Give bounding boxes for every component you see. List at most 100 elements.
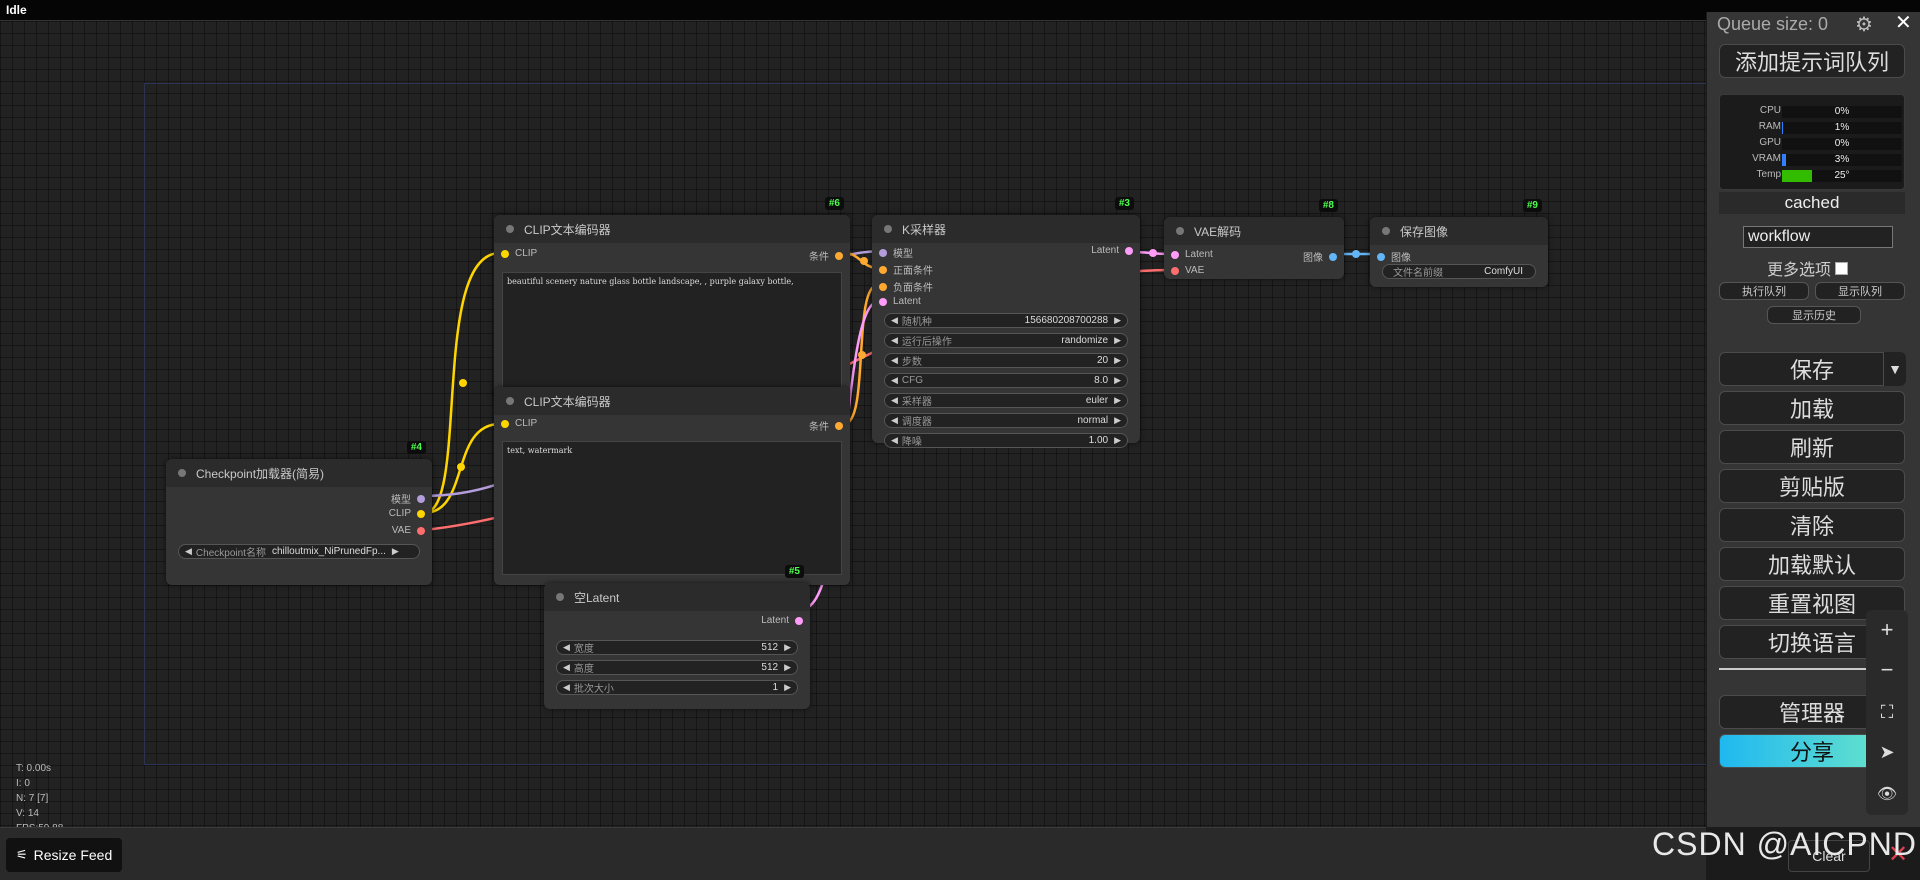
more-options-checkbox[interactable]: [1835, 261, 1849, 275]
zoom-out-icon[interactable]: −: [1866, 650, 1908, 690]
widget-cfg[interactable]: ◀ CFG 8.0 ▶: [884, 373, 1128, 388]
clear-button[interactable]: 清除: [1719, 508, 1905, 542]
widget-denoise[interactable]: ◀ 降噪 1.00 ▶: [884, 433, 1128, 448]
widget-seed[interactable]: ◀ 随机种 156680208700288 ▶: [884, 313, 1128, 328]
node-ksampler[interactable]: #3 K采样器 模型 正面条件 负面条件 Latent Latent ◀ 随机种 1…: [872, 197, 1140, 448]
output-slot-model[interactable]: 模型: [391, 491, 425, 506]
node-save-image[interactable]: #9 保存图像 图像 文件名前缀 ComfyUI: [1370, 199, 1548, 287]
output-slot-conditioning[interactable]: 条件: [809, 418, 843, 433]
fit-view-icon[interactable]: ⛶: [1866, 692, 1908, 732]
refresh-button[interactable]: 刷新: [1719, 430, 1905, 464]
output-slot-image[interactable]: 图像: [1303, 249, 1337, 264]
node-title-text: 保存图像: [1400, 224, 1449, 239]
node-title[interactable]: CLIP文本编码器: [494, 387, 850, 415]
queue-prompt-button[interactable]: 添加提示词队列: [1719, 44, 1905, 78]
input-slot-clip[interactable]: CLIP: [501, 418, 537, 429]
widget-steps[interactable]: ◀ 步数 20 ▶: [884, 353, 1128, 368]
input-slot-positive[interactable]: 正面条件: [879, 262, 933, 277]
output-slot-latent[interactable]: Latent: [761, 615, 803, 626]
output-slot-latent[interactable]: Latent: [1091, 245, 1133, 256]
node-title-text: 空Latent: [574, 590, 620, 605]
node-title[interactable]: Checkpoint加载器(简易): [166, 459, 432, 487]
stat-line: V: 14: [16, 808, 39, 819]
node-title-text: Checkpoint加载器(简易): [196, 466, 325, 481]
widget-width[interactable]: ◀ 宽度 512 ▶: [556, 640, 798, 655]
cached-status: cached: [1719, 192, 1905, 214]
node-title[interactable]: K采样器: [872, 215, 1140, 243]
collapse-dot[interactable]: [1176, 227, 1184, 235]
node-title-text: VAE解码: [1194, 224, 1242, 239]
more-options-label: 更多选项: [1767, 262, 1832, 279]
node-clip-text-encode-negative[interactable]: CLIP文本编码器 CLIP 条件 text, watermark: [494, 387, 850, 585]
node-title[interactable]: VAE解码: [1164, 217, 1344, 245]
widget-height[interactable]: ◀ 高度 512 ▶: [556, 660, 798, 675]
monitor-row-vram: VRAM 3%: [1720, 153, 1906, 167]
exec-queue-button[interactable]: 执行队列: [1719, 282, 1809, 300]
node-id-badge: #4: [406, 441, 426, 454]
render-stats: T: 0.00s I: 0 N: 7 [7] V: 14 FPS:59.88: [16, 761, 63, 836]
output-slot-conditioning[interactable]: 条件: [809, 248, 843, 263]
input-slot-clip[interactable]: CLIP: [501, 248, 537, 259]
widget-batch-size[interactable]: ◀ 批次大小 1 ▶: [556, 680, 798, 695]
collapse-dot[interactable]: [884, 225, 892, 233]
save-button[interactable]: 保存: [1719, 352, 1905, 386]
node-id-badge: #8: [1318, 199, 1338, 212]
zoom-in-icon[interactable]: +: [1866, 610, 1908, 650]
node-title[interactable]: 保存图像: [1370, 217, 1548, 245]
monitor-row-cpu: CPU 0%: [1720, 105, 1906, 119]
output-slot-clip[interactable]: CLIP: [389, 508, 425, 519]
node-title-text: K采样器: [902, 222, 947, 237]
input-slot-latent[interactable]: Latent: [879, 296, 921, 307]
output-slot-vae[interactable]: VAE: [392, 525, 425, 536]
input-slot-negative[interactable]: 负面条件: [879, 279, 933, 294]
input-slot-image[interactable]: 图像: [1377, 249, 1411, 264]
collapse-dot[interactable]: [506, 225, 514, 233]
node-title[interactable]: 空Latent: [544, 583, 810, 611]
stat-line: T: 0.00s: [16, 763, 52, 774]
node-id-badge: #3: [1114, 197, 1134, 210]
workflow-name-input[interactable]: [1743, 226, 1893, 248]
clipboard-button[interactable]: 剪贴版: [1719, 469, 1905, 503]
menu-divider: [1719, 668, 1869, 670]
collapse-dot[interactable]: [1382, 227, 1390, 235]
widget-scheduler[interactable]: ◀ 调度器 normal ▶: [884, 413, 1128, 428]
monitor-row-ram: RAM 1%: [1720, 121, 1906, 135]
load-default-button[interactable]: 加载默认: [1719, 547, 1905, 581]
widget-control-after-generate[interactable]: ◀ 运行后操作 randomize ▶: [884, 333, 1128, 348]
send-icon[interactable]: ➤: [1866, 732, 1908, 772]
top-status-bar: Idle: [0, 0, 1920, 21]
close-icon[interactable]: ✕: [1895, 10, 1912, 35]
node-checkpoint-loader[interactable]: #4 Checkpoint加载器(简易) 模型 CLIP VAE ◀ Checkp…: [166, 441, 432, 585]
graph-canvas[interactable]: #6 CLIP文本编码器 CLIP 条件 beautiful scenery n…: [0, 21, 1708, 834]
bottom-bar: [0, 827, 1706, 880]
resize-feed-label: Resize Feed: [33, 847, 113, 863]
gear-icon[interactable]: ⚙: [1855, 12, 1873, 37]
widget-filename-prefix[interactable]: 文件名前缀 ComfyUI: [1382, 264, 1536, 279]
input-slot-model[interactable]: 模型: [879, 245, 913, 260]
widget-ckpt-name[interactable]: ◀ Checkpoint名称 chilloutmix_NiPrunedFp... ▶: [178, 544, 420, 559]
more-options-toggle[interactable]: 更多选项: [1767, 256, 1849, 280]
collapse-dot[interactable]: [178, 469, 186, 477]
monitor-row-temp: Temp 25°: [1720, 169, 1906, 183]
stat-line: N: 7 [7]: [16, 793, 49, 804]
prompt-textarea[interactable]: text, watermark: [502, 441, 842, 575]
status-text: Idle: [6, 3, 27, 17]
save-dropdown-icon[interactable]: ▼: [1883, 352, 1906, 386]
input-slot-latent[interactable]: Latent: [1171, 249, 1213, 260]
sliders-icon: ⚟: [16, 847, 28, 862]
node-empty-latent[interactable]: #5 空Latent Latent ◀ 宽度 512 ▶ ◀ 高度 512 ▶ ◀ 批次大小 1…: [544, 565, 810, 709]
node-clip-text-encode-positive[interactable]: #6 CLIP文本编码器 CLIP 条件 beautiful scenery n…: [494, 197, 850, 399]
resize-feed-button[interactable]: ⚟ Resize Feed: [6, 838, 123, 872]
prompt-textarea[interactable]: beautiful scenery nature glass bottle la…: [502, 272, 842, 390]
resource-monitor: CPU 0% RAM 1% GPU 0% VRAM 3% Temp 25°: [1719, 94, 1905, 190]
node-vae-decode[interactable]: #8 VAE解码 Latent VAE 图像: [1164, 199, 1344, 279]
input-slot-vae[interactable]: VAE: [1171, 265, 1204, 276]
collapse-dot[interactable]: [556, 593, 564, 601]
collapse-dot[interactable]: [506, 397, 514, 405]
show-history-button[interactable]: 显示历史: [1767, 306, 1861, 324]
node-title[interactable]: CLIP文本编码器: [494, 215, 850, 243]
show-queue-button[interactable]: 显示队列: [1815, 282, 1905, 300]
widget-sampler[interactable]: ◀ 采样器 euler ▶: [884, 393, 1128, 408]
eye-icon[interactable]: 👁: [1866, 774, 1908, 814]
load-button[interactable]: 加载: [1719, 391, 1905, 425]
